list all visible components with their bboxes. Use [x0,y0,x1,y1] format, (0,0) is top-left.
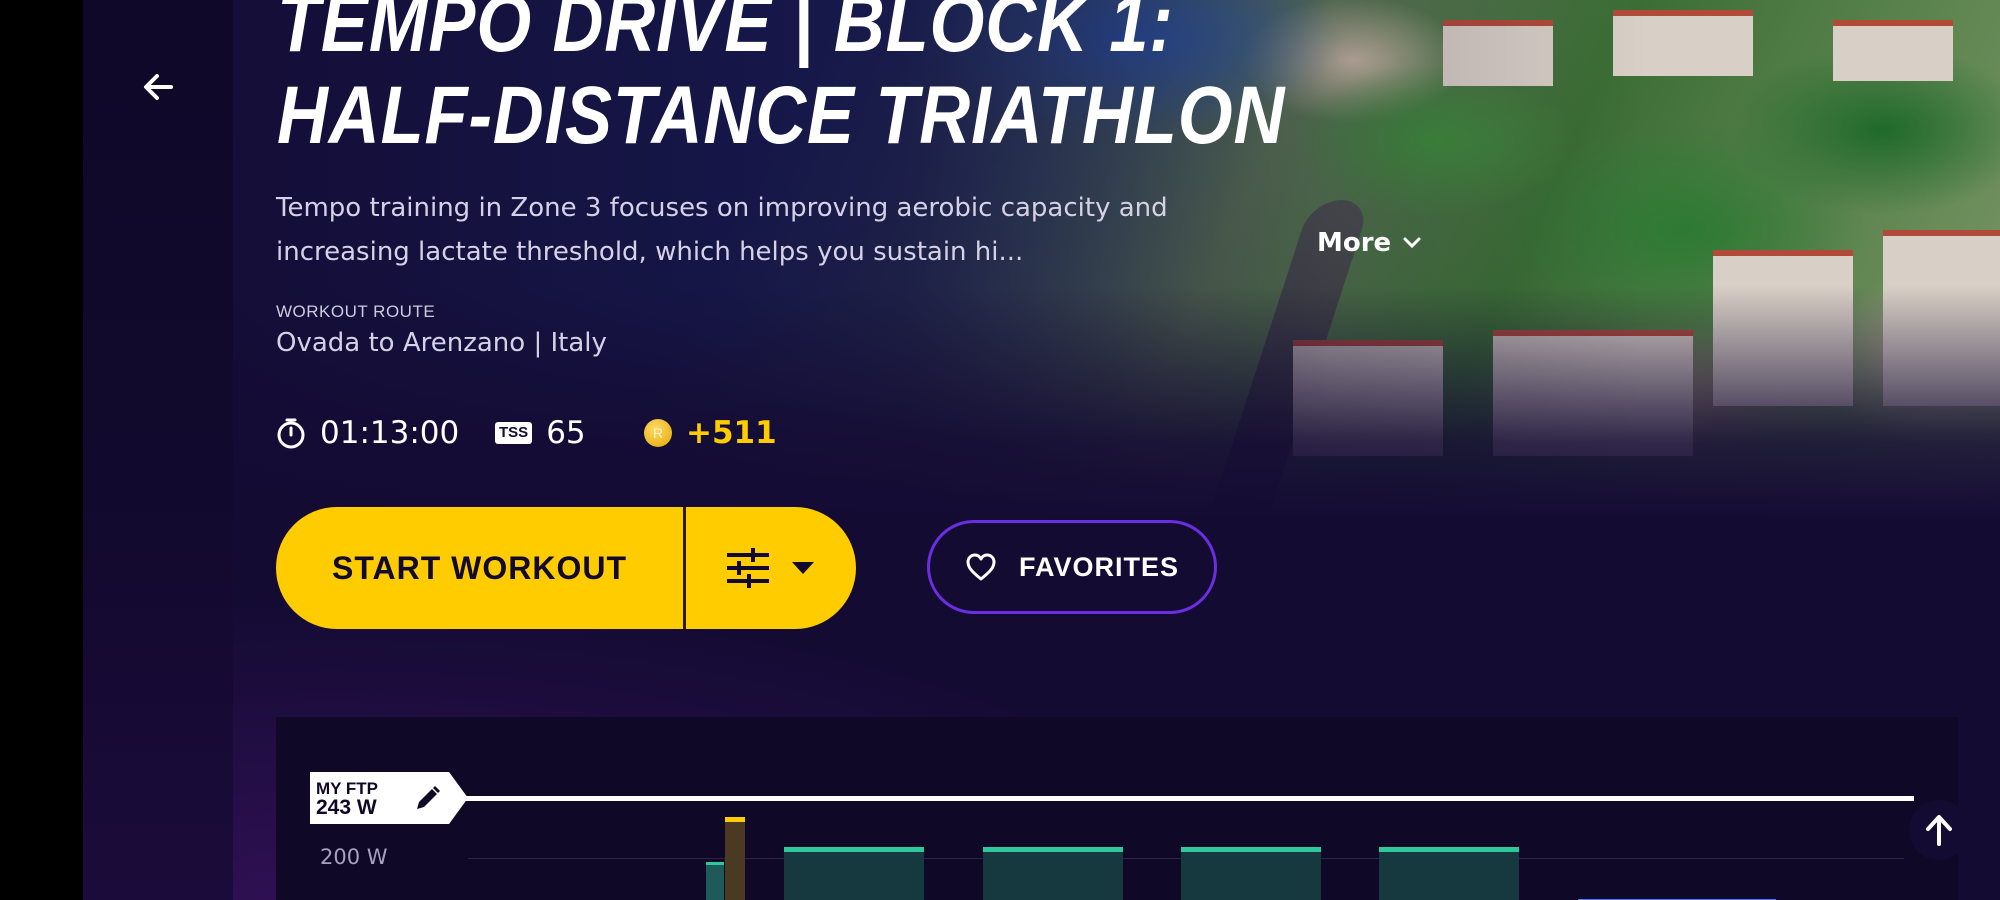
arrow-left-icon [144,74,173,100]
workout-title-line1: TEMPO DRIVE | BLOCK 1: [277,0,1174,69]
stopwatch-icon [277,418,305,449]
arrow-up-icon [1926,815,1952,846]
tss-badge-icon: TSS [495,422,533,444]
workout-description: Tempo training in Zone 3 focuses on impr… [276,186,1256,274]
ftp-value: 243 W [316,796,377,819]
left-black-bar [0,0,83,900]
left-rail [83,0,233,900]
coins-stat: R +511 [644,415,777,451]
coins-value: +511 [686,415,777,451]
route-label: WORKOUT ROUTE [276,302,436,321]
start-workout-group: START WORKOUT [276,507,856,629]
coin-icon: R [644,419,672,447]
favorites-label: FAVORITES [1018,551,1180,582]
interval-bar [983,847,1123,900]
interval-bar [725,817,745,900]
workout-title: TEMPO DRIVE | BLOCK 1: HALF-DISTANCE TRI… [277,0,1285,162]
description-line2: increasing lactate threshold, which help… [276,237,1024,267]
sliders-icon [727,548,769,588]
duration-value: 01:13:00 [320,415,460,451]
tss-stat: TSS 65 [495,415,586,451]
scroll-to-top-button[interactable] [1909,800,1969,860]
more-label: More [1317,228,1392,258]
duration-stat: 01:13:00 [276,415,459,451]
pencil-icon [417,786,440,809]
heart-icon [966,553,996,581]
workout-title-line2: HALF-DISTANCE TRIATHLON [277,70,1286,161]
interval-bar [1181,847,1321,900]
tss-value: 65 [546,415,586,451]
ftp-line [466,796,1914,801]
chevron-down-icon [1403,237,1421,249]
more-button[interactable]: More [1317,228,1421,258]
edit-ftp-button[interactable] [412,784,442,818]
favorites-button[interactable]: FAVORITES [927,520,1217,614]
workout-detail: TEMPO DRIVE | BLOCK 1: HALF-DISTANCE TRI… [233,0,2000,900]
back-button[interactable] [133,62,183,112]
ftp-tag: MY FTP 243 W [310,772,468,824]
y-axis-tick-200: 200 W [320,845,388,869]
description-line1: Tempo training in Zone 3 focuses on impr… [276,193,1168,223]
workout-chart: MY FTP 243 W 200 W [276,717,1958,900]
interval-bar [706,862,724,900]
workout-options-button[interactable] [686,507,856,629]
interval-bar [784,847,924,900]
interval-bar [1379,847,1519,900]
caret-down-icon [792,562,814,574]
route-value: Ovada to Arenzano | Italy [276,328,607,358]
start-workout-button[interactable]: START WORKOUT [276,507,683,629]
